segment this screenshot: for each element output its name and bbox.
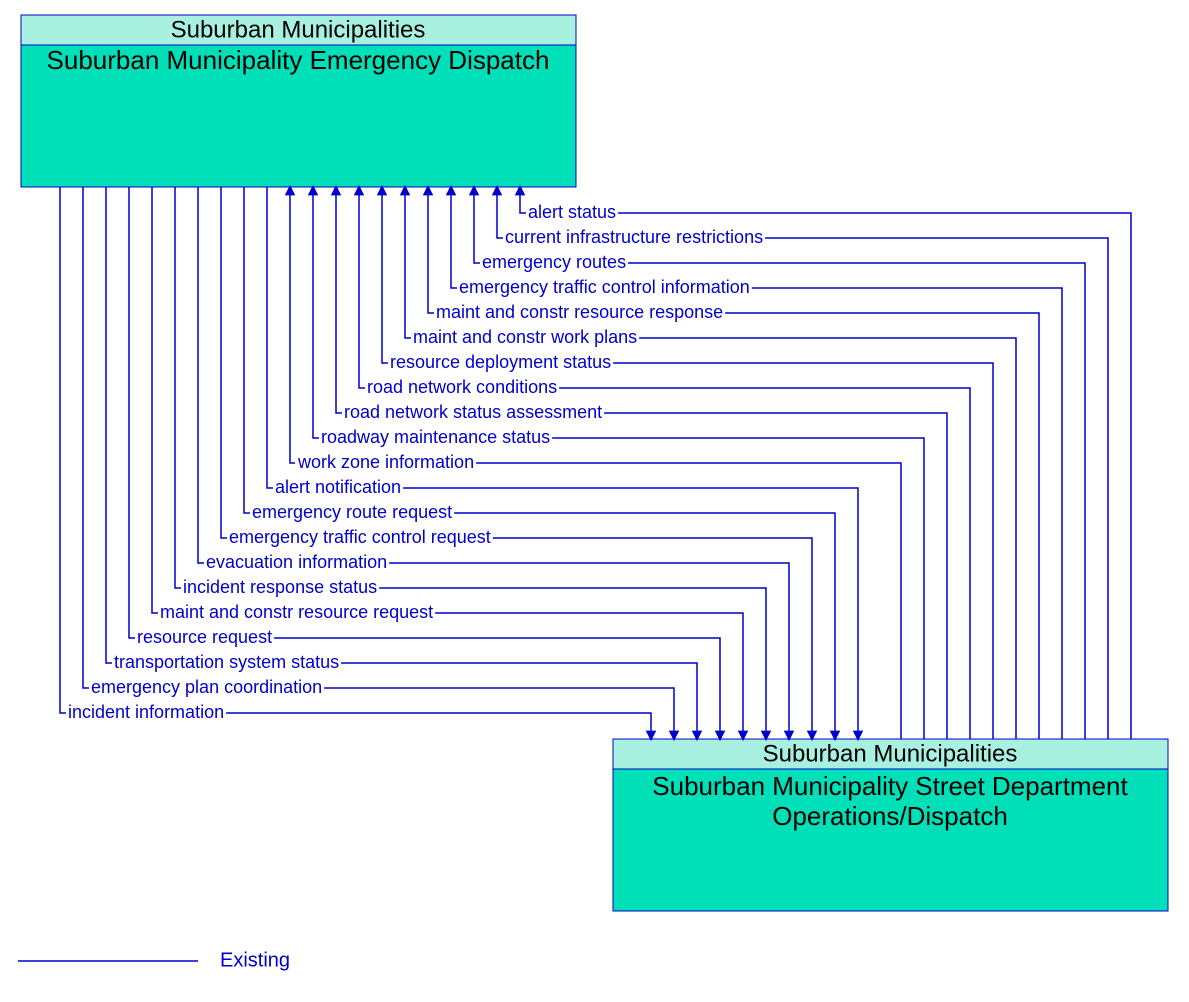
- flow-label: resource request: [137, 627, 272, 647]
- flow-label: road network status assessment: [344, 402, 602, 422]
- flow-label: work zone information: [297, 452, 474, 472]
- flow-label: alert notification: [275, 477, 401, 497]
- flow-label: alert status: [528, 202, 616, 222]
- bottom-entity-title-2: Operations/Dispatch: [772, 801, 1008, 831]
- flow-label: transportation system status: [114, 652, 339, 672]
- flow-label: maint and constr resource request: [160, 602, 433, 622]
- flow-label: emergency route request: [252, 502, 452, 522]
- flow-label: resource deployment status: [390, 352, 611, 372]
- flow-label: roadway maintenance status: [321, 427, 550, 447]
- flow-label: incident response status: [183, 577, 377, 597]
- flow-label: maint and constr resource response: [436, 302, 723, 322]
- bottom-entity-title-1: Suburban Municipality Street Department: [652, 771, 1128, 801]
- top-entity-header: Suburban Municipalities: [171, 16, 426, 43]
- flow-label: emergency routes: [482, 252, 626, 272]
- architecture-diagram: Suburban Municipalities Suburban Municip…: [0, 0, 1189, 1002]
- bottom-entity-box: Suburban Municipalities Suburban Municip…: [613, 739, 1168, 911]
- top-entity-title: Suburban Municipality Emergency Dispatch: [47, 45, 550, 75]
- bottom-entity-header: Suburban Municipalities: [763, 740, 1018, 767]
- flow-label: road network conditions: [367, 377, 557, 397]
- top-entity-box: Suburban Municipalities Suburban Municip…: [21, 15, 576, 187]
- flows-group: alert status current infrastructure restr…: [60, 187, 1131, 739]
- flow-label: evacuation information: [206, 552, 387, 572]
- legend-label: Existing: [220, 949, 290, 971]
- flow-label: incident information: [68, 702, 224, 722]
- flow-label: maint and constr work plans: [413, 327, 637, 347]
- flow-label: emergency traffic control request: [229, 527, 491, 547]
- legend: Existing: [18, 949, 290, 971]
- flow-label: current infrastructure restrictions: [505, 227, 763, 247]
- flow-label: emergency traffic control information: [459, 277, 750, 297]
- flow-label: emergency plan coordination: [91, 677, 322, 697]
